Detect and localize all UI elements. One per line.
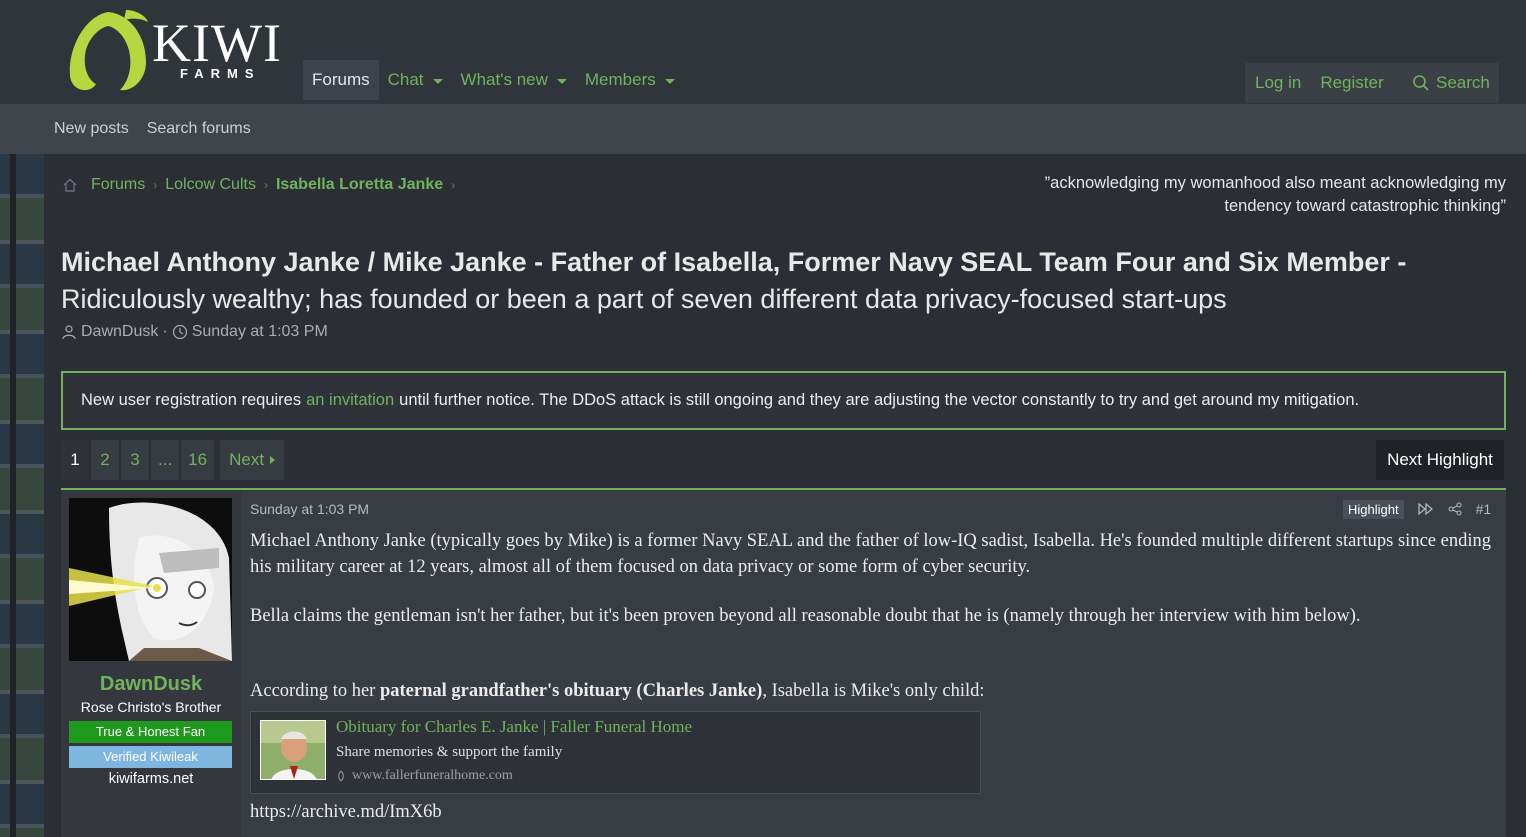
notice-text-before: New user registration requires — [81, 391, 302, 409]
breadcrumb: Forums › Lolcow Cults › Isabella Loretta… — [62, 174, 463, 196]
home-icon[interactable] — [62, 177, 78, 193]
search-forums-link[interactable]: Search forums — [147, 120, 251, 138]
nav-forums[interactable]: Forums — [303, 60, 379, 100]
thread-date[interactable]: Sunday at 1:03 PM — [192, 323, 328, 341]
post-date[interactable]: Sunday at 1:03 PM — [250, 501, 369, 517]
breadcrumb-isabella[interactable]: Isabella Loretta Janke — [276, 176, 443, 194]
avatar-image — [69, 498, 232, 661]
next-label: Next — [229, 450, 265, 469]
archive-link[interactable]: https://archive.md/ImX6b — [250, 802, 442, 823]
share-icon[interactable] — [1448, 502, 1462, 516]
site-favicon-icon — [338, 770, 344, 782]
highlight-badge[interactable]: Highlight — [1343, 499, 1404, 519]
fast-forward-icon — [1417, 502, 1433, 516]
logo-text: KIWI — [152, 13, 282, 73]
post-actions: Highlight #1 — [1343, 499, 1491, 519]
post-number[interactable]: #1 — [1476, 501, 1492, 517]
next-page-button[interactable]: Next — [220, 440, 285, 480]
thread-author[interactable]: DawnDusk — [81, 323, 158, 341]
search-label: Search — [1436, 73, 1490, 92]
nav-whats-new-label: What's new — [460, 70, 548, 89]
nav-chat-label: Chat — [387, 70, 424, 89]
invitation-link[interactable]: an invitation — [306, 391, 394, 410]
thread-title-bold: Michael Anthony Janke / Mike Janke - Fat… — [61, 247, 1407, 277]
site-tagline: ”acknowledging my womanhood also meant a… — [1044, 174, 1506, 215]
nav-members[interactable]: Members — [576, 60, 684, 100]
breadcrumb-lolcow-cults[interactable]: Lolcow Cults — [165, 176, 256, 194]
chevron-right-icon — [270, 456, 276, 464]
login-link[interactable]: Log in — [1255, 73, 1301, 93]
new-posts-link[interactable]: New posts — [54, 120, 129, 138]
thread-title-rest: Ridiculously wealthy; has founded or bee… — [61, 284, 1227, 314]
chevron-down-icon[interactable] — [664, 78, 675, 84]
pagination: 1 2 3 ... 16 Next — [61, 440, 286, 480]
para3-after: , Isabella is Mike's only child: — [762, 681, 985, 701]
link-preview-thumbnail — [260, 720, 326, 780]
notice-text-after: until further notice. The DDoS attack is… — [399, 391, 1360, 409]
page-3[interactable]: 3 — [121, 440, 149, 480]
register-link[interactable]: Register — [1320, 73, 1383, 93]
breadcrumb-separator: › — [451, 178, 456, 192]
search-button[interactable]: Search — [1403, 63, 1499, 103]
thread-meta: DawnDusk · Sunday at 1:03 PM — [61, 323, 328, 341]
post-paragraph-1: Michael Anthony Janke (typically goes by… — [250, 531, 1491, 577]
page-2[interactable]: 2 — [91, 440, 119, 480]
link-preview-card[interactable]: Obituary for Charles E. Janke | Faller F… — [250, 711, 981, 794]
kiwi-logo-icon — [69, 10, 148, 91]
sub-nav: New posts Search forums — [0, 104, 1526, 154]
user-site: kiwifarms.net — [108, 771, 194, 787]
page-title: Michael Anthony Janke / Mike Janke - Fat… — [61, 244, 1511, 318]
user-icon — [62, 325, 76, 340]
page-16[interactable]: 16 — [181, 440, 215, 480]
user-badge-true-honest-fan: True & Honest Fan — [69, 721, 232, 743]
main-nav: Forums Chat What's new Members — [303, 60, 684, 100]
kiwi-farms-logo[interactable]: KIWI FARMS — [66, 6, 296, 96]
breadcrumb-forums[interactable]: Forums — [91, 176, 145, 194]
logo-subtext: FARMS — [180, 66, 261, 81]
page-ellipsis[interactable]: ... — [151, 440, 180, 480]
share-glyph-icon — [1448, 502, 1462, 516]
clock-icon — [172, 324, 187, 340]
page-1[interactable]: 1 — [61, 440, 89, 480]
notice-banner: New user registration requires an invita… — [61, 371, 1506, 430]
meta-separator: · — [162, 323, 168, 340]
link-preview-domain: www.fallerfuneralhome.com — [352, 768, 513, 783]
avatar[interactable] — [69, 498, 232, 661]
post-paragraph-3: According to her paternal grandfather's … — [250, 678, 1505, 704]
user-title: Rose Christo's Brother — [80, 699, 222, 715]
breadcrumb-separator: › — [153, 178, 158, 192]
next-highlight-button[interactable]: Next Highlight — [1376, 440, 1504, 480]
auth-group: Log in Register — [1245, 63, 1403, 103]
nav-chat[interactable]: Chat — [379, 60, 452, 100]
post-username[interactable]: DawnDusk — [61, 673, 241, 696]
link-preview-title[interactable]: Obituary for Charles E. Janke | Faller F… — [336, 717, 692, 737]
nav-whats-new[interactable]: What's new — [452, 60, 576, 100]
para3-before: According to her — [250, 681, 376, 701]
post-paragraph-2: Bella claims the gentleman isn't her fat… — [250, 606, 1361, 626]
link-preview-description: Share memories & support the family — [336, 744, 563, 760]
side-decoration — [0, 154, 44, 837]
chevron-down-icon[interactable] — [556, 78, 567, 84]
site-header: KIWI FARMS Forums Chat What's new Member… — [0, 0, 1526, 104]
obituary-link-text[interactable]: paternal grandfather's obituary (Charles… — [380, 681, 762, 701]
breadcrumb-separator: › — [263, 178, 268, 192]
nav-members-label: Members — [584, 70, 656, 89]
nav-forums-label: Forums — [312, 70, 370, 89]
search-icon — [1413, 75, 1429, 91]
link-preview-url: www.fallerfuneralhome.com — [336, 768, 513, 784]
user-badge-verified-kiwileak: Verified Kiwileak — [69, 746, 232, 768]
portrait-image — [261, 721, 325, 779]
chevron-down-icon[interactable] — [432, 78, 443, 84]
next-highlight-icon[interactable] — [1417, 502, 1434, 516]
